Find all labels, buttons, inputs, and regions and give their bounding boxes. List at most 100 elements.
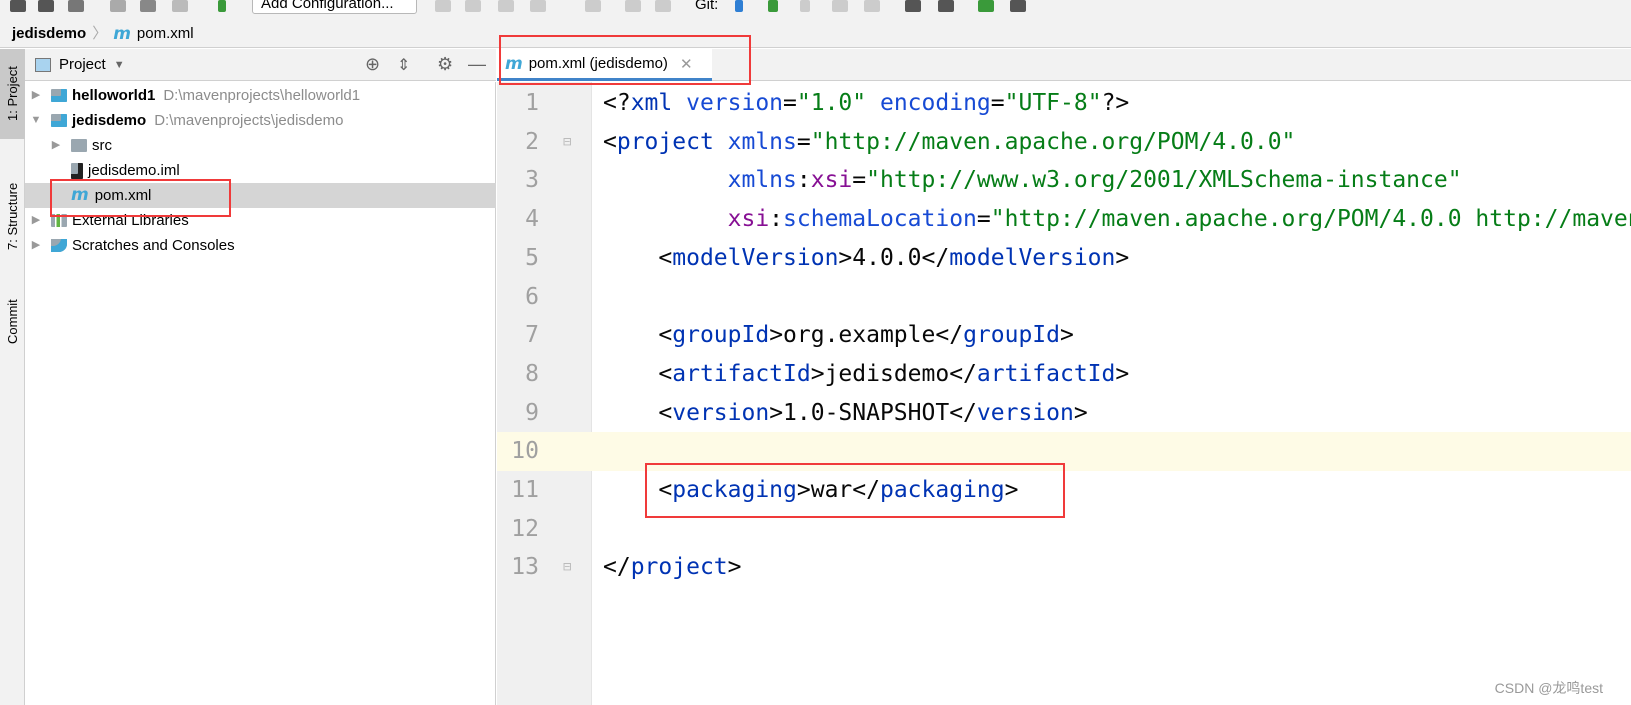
- project-view-selector[interactable]: Project: [59, 56, 106, 73]
- code-token: >: [1073, 399, 1088, 426]
- tab-project[interactable]: 1: Project: [0, 49, 25, 139]
- tree-item[interactable]: ▶ src: [25, 133, 496, 158]
- coverage-icon[interactable]: [498, 0, 514, 12]
- stop-icon[interactable]: [585, 0, 601, 12]
- breadcrumb-project[interactable]: jedisdemo: [12, 20, 86, 48]
- highlight-box-tab: [499, 35, 751, 85]
- breadcrumb-file[interactable]: pom.xml: [137, 20, 194, 48]
- code-token: <: [603, 399, 673, 426]
- code-token: "1.0": [796, 90, 867, 116]
- code-token: "http://www.w3.org/2001/XMLSchema-instan…: [866, 167, 1462, 194]
- search-icon[interactable]: [1010, 0, 1026, 12]
- code-token: "UTF-8": [1004, 90, 1102, 116]
- code-line[interactable]: 13 </project> ⊟: [497, 548, 1631, 587]
- git-commit-icon[interactable]: [768, 0, 778, 12]
- project-tree: ▶ helloworld1 D:\mavenprojects\helloworld1…: [25, 82, 496, 705]
- add-configuration-button[interactable]: Add Configuration...: [252, 0, 417, 14]
- code-token: groupId: [963, 322, 1060, 349]
- hide-icon[interactable]: —: [468, 54, 486, 75]
- line-number: 5: [525, 244, 539, 271]
- code-token: modelVersion: [949, 244, 1116, 271]
- code-token: =: [852, 167, 867, 194]
- code-line[interactable]: 5 <modelVersion>4.0.0</modelVersion>: [497, 239, 1631, 278]
- tree-item-path: D:\mavenprojects\helloworld1: [163, 87, 361, 104]
- expand-arrow-icon[interactable]: ▶: [49, 133, 63, 158]
- code-token: "http://maven.apache.org/POM/4.0.0 http:…: [990, 206, 1631, 233]
- highlight-box-pom-file: [50, 179, 231, 217]
- code-token: <: [603, 322, 673, 349]
- git-label: Git:: [695, 0, 719, 13]
- fold-marker-icon[interactable]: ⊟: [563, 548, 571, 587]
- open-icon[interactable]: [10, 0, 26, 12]
- gear-icon[interactable]: ⚙: [437, 54, 453, 75]
- git-push-icon[interactable]: [800, 0, 810, 12]
- collapse-all-icon[interactable]: ⇕: [397, 55, 410, 75]
- code-token: ?>: [1101, 90, 1130, 116]
- code-token: >org.example</: [769, 322, 964, 349]
- line-number: 2: [525, 128, 539, 155]
- code-text: <version>1.0-SNAPSHOT</version>: [603, 394, 1088, 433]
- refresh-icon[interactable]: [68, 0, 84, 12]
- push-icon[interactable]: [655, 0, 671, 12]
- tab-commit[interactable]: Commit: [0, 279, 25, 364]
- git-update-icon[interactable]: [735, 0, 743, 12]
- code-token: <: [603, 128, 617, 155]
- code-line[interactable]: 9 <version>1.0-SNAPSHOT</version>: [497, 394, 1631, 433]
- history-icon[interactable]: [832, 0, 848, 12]
- code-token: modelVersion: [672, 244, 839, 271]
- line-number: 9: [525, 399, 539, 426]
- tree-item[interactable]: ▼ jedisdemo D:\mavenprojects\jedisdemo: [25, 108, 496, 133]
- code-line[interactable]: 6: [497, 278, 1631, 317]
- code-line[interactable]: 2 <project xmlns="http://maven.apache.org…: [497, 123, 1631, 162]
- update-icon[interactable]: [625, 0, 641, 12]
- rollback-icon[interactable]: [864, 0, 880, 12]
- expand-arrow-icon[interactable]: ▼: [29, 108, 43, 133]
- save-icon[interactable]: [38, 0, 54, 12]
- project-structure-icon[interactable]: [938, 0, 954, 12]
- line-number: 3: [525, 167, 539, 194]
- breadcrumb-separator: 〉: [92, 24, 108, 42]
- tree-item-path: D:\mavenprojects\jedisdemo: [154, 112, 344, 129]
- code-token: >: [1115, 360, 1130, 387]
- locate-icon[interactable]: ⊕: [365, 54, 380, 75]
- code-token: project: [630, 554, 728, 581]
- expand-arrow-icon[interactable]: ▶: [29, 233, 43, 258]
- run-anything-icon[interactable]: [978, 0, 994, 12]
- hammer-icon[interactable]: [218, 0, 226, 12]
- code-token: >1.0-SNAPSHOT</: [769, 399, 977, 426]
- code-line[interactable]: 7 <groupId>org.example</groupId>: [497, 316, 1631, 355]
- tree-item[interactable]: ▶ Scratches and Consoles: [25, 233, 496, 258]
- expand-arrow-icon[interactable]: ▶: [29, 208, 43, 233]
- line-number: 1: [525, 90, 539, 116]
- code-text: <project xmlns="http://maven.apache.org/…: [603, 123, 1295, 162]
- code-token: :: [769, 206, 784, 233]
- debug-icon[interactable]: [465, 0, 481, 12]
- code-token: project: [616, 128, 728, 155]
- code-line[interactable]: 3 xmlns:xsi="http://www.w3.org/2001/XMLS…: [497, 161, 1631, 200]
- tab-structure[interactable]: 7: Structure: [0, 159, 25, 274]
- code-token: <: [603, 360, 673, 387]
- code-token: "http://maven.apache.org/POM/4.0.0": [810, 128, 1296, 155]
- build-icon[interactable]: [110, 0, 126, 12]
- forward-icon[interactable]: [172, 0, 188, 12]
- code-line[interactable]: 8 <artifactId>jedisdemo</artifactId>: [497, 355, 1631, 394]
- code-editor[interactable]: 1 <?xml version="1.0" encoding="UTF-8"?> 2…: [497, 82, 1631, 705]
- chevron-down-icon[interactable]: ▼: [114, 59, 125, 71]
- project-view-icon: [35, 57, 51, 72]
- fold-marker-icon[interactable]: ⊟: [563, 123, 571, 162]
- settings-wrench-icon[interactable]: [905, 0, 921, 12]
- back-icon[interactable]: [140, 0, 156, 12]
- code-token: artifactId: [976, 360, 1116, 387]
- profile-icon[interactable]: [530, 0, 546, 12]
- expand-arrow-icon[interactable]: ▶: [29, 83, 43, 108]
- scratches-icon: [51, 239, 67, 252]
- tree-item[interactable]: ▶ helloworld1 D:\mavenprojects\helloworld1: [25, 83, 496, 108]
- code-text: <groupId>org.example</groupId>: [603, 316, 1073, 355]
- tree-item-label: src: [92, 137, 112, 154]
- line-number: 10: [511, 438, 539, 465]
- line-number: 7: [525, 322, 539, 349]
- run-icon[interactable]: [435, 0, 451, 12]
- code-line[interactable]: 4 xsi:schemaLocation="http://maven.apach…: [497, 200, 1631, 239]
- tree-item-label: jedisdemo: [72, 112, 147, 129]
- code-line[interactable]: 1 <?xml version="1.0" encoding="UTF-8"?>: [497, 84, 1631, 123]
